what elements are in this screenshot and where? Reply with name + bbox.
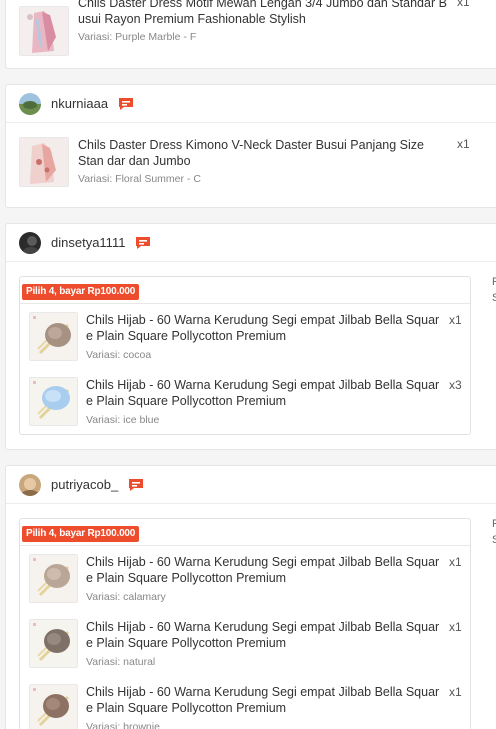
right-column-bottom: S — [492, 292, 496, 304]
bundle-deal-badge[interactable]: Pilih 4, bayar Rp100.000 — [22, 526, 140, 542]
chat-bubble-icon[interactable] — [135, 236, 151, 250]
order-header: putriyacob_ — [6, 466, 496, 504]
product-name[interactable]: Chils Hijab - 60 Warna Kerudung Segi emp… — [86, 554, 446, 586]
order-header: nkurniaaa — [6, 85, 496, 123]
item-variation: Variasi: ice blue — [86, 414, 160, 426]
item-variation: Variasi: cocoa — [86, 349, 152, 361]
buyer-username[interactable]: putriyacob_ — [51, 477, 118, 492]
product-thumbnail[interactable] — [29, 619, 78, 668]
item-quantity: x3 — [449, 378, 462, 392]
item-variation: Variasi: natural — [86, 656, 156, 668]
item-variation: Variasi: calamary — [86, 591, 166, 603]
product-name[interactable]: Chils Hijab - 60 Warna Kerudung Segi emp… — [86, 312, 446, 344]
product-thumbnail[interactable] — [19, 6, 69, 56]
product-name[interactable]: Chils Hijab - 60 Warna Kerudung Segi emp… — [86, 684, 446, 716]
product-thumbnail[interactable] — [19, 137, 69, 187]
product-name[interactable]: Chils Daster Dress Kimono V-Neck Daster … — [78, 137, 452, 169]
item-variation: Variasi: Purple Marble - F — [78, 31, 197, 43]
item-variation: Variasi: Floral Summer - C — [78, 173, 201, 185]
product-thumbnail[interactable] — [29, 377, 78, 426]
avatar[interactable] — [19, 92, 41, 115]
chat-bubble-icon[interactable] — [118, 97, 134, 111]
product-thumbnail[interactable] — [29, 312, 78, 361]
bundle-deal-badge[interactable]: Pilih 4, bayar Rp100.000 — [22, 284, 140, 300]
bundle-deal-group: Pilih 4, bayar Rp100.000 Chils Hijab - 6… — [19, 518, 471, 729]
product-name[interactable]: Chils Hijab - 60 Warna Kerudung Segi emp… — [86, 619, 446, 651]
order-card: nkurniaaa Chils Daster Dress Kimono V-Ne… — [5, 84, 496, 208]
avatar[interactable] — [19, 231, 41, 254]
product-thumbnail[interactable] — [29, 554, 78, 603]
buyer-username[interactable]: nkurniaaa — [51, 96, 108, 111]
order-card: dinsetya1111 F S Pilih 4, bayar Rp100.00… — [5, 223, 496, 450]
item-quantity: x1 — [457, 0, 470, 9]
order-header: dinsetya1111 — [6, 224, 496, 262]
divider — [20, 545, 470, 546]
product-name[interactable]: Chils Hijab - 60 Warna Kerudung Segi emp… — [86, 377, 446, 409]
item-quantity: x1 — [449, 685, 462, 699]
avatar[interactable] — [19, 473, 41, 496]
order-card: putriyacob_ F S Pilih 4, bayar Rp100.000 — [5, 465, 496, 729]
item-variation: Variasi: brownie — [86, 721, 160, 729]
item-quantity: x1 — [449, 313, 462, 327]
buyer-username[interactable]: dinsetya1111 — [51, 235, 125, 250]
chat-bubble-icon[interactable] — [128, 478, 144, 492]
item-quantity: x1 — [449, 620, 462, 634]
right-column-top: F — [492, 276, 496, 288]
bundle-deal-group: Pilih 4, bayar Rp100.000 Chils Hijab - 6… — [19, 276, 471, 435]
divider — [20, 303, 470, 304]
right-column-top: F — [492, 518, 496, 530]
product-name[interactable]: Chils Daster Dress Motif Mewah Lengan 3/… — [78, 0, 452, 27]
item-quantity: x1 — [449, 555, 462, 569]
order-card: Chils Daster Dress Motif Mewah Lengan 3/… — [5, 0, 496, 69]
item-quantity: x1 — [457, 137, 470, 151]
right-column-bottom: S — [492, 534, 496, 546]
product-thumbnail[interactable] — [29, 684, 78, 729]
